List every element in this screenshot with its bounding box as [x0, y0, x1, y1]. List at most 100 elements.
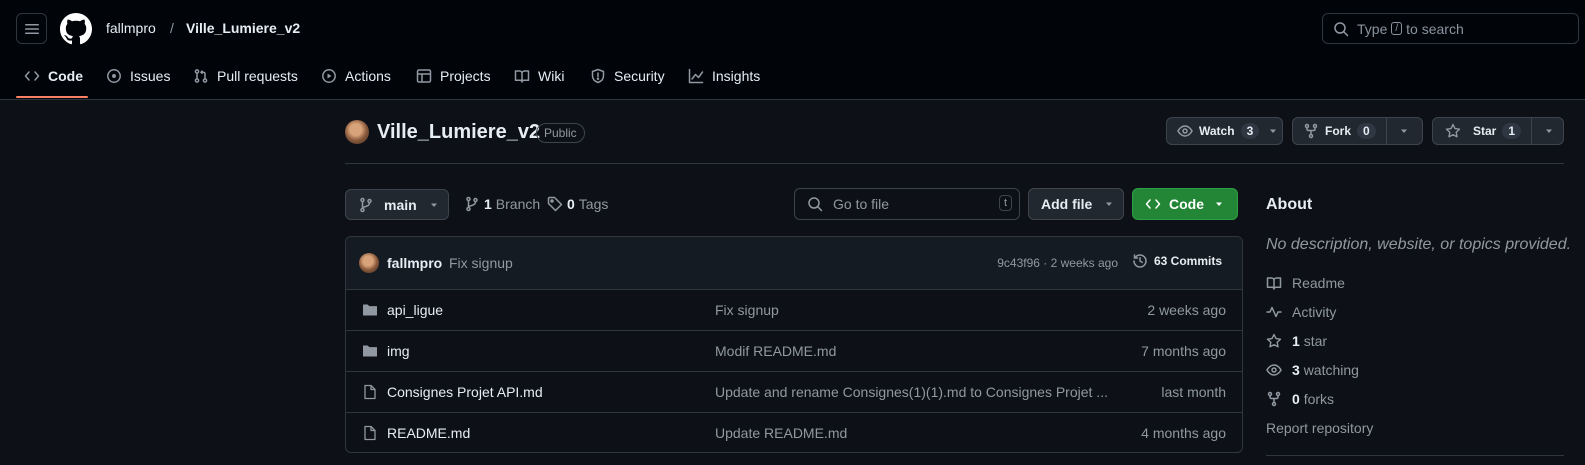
forks-count: 0: [1292, 391, 1300, 407]
search-icon: [808, 197, 823, 212]
repo-title[interactable]: Ville_Lumiere_v2: [377, 121, 540, 144]
branch-selector[interactable]: main: [345, 189, 449, 220]
star-icon: [1445, 123, 1461, 138]
tab-security[interactable]: Security: [590, 62, 665, 90]
commit-message[interactable]: Fix signup: [449, 255, 513, 271]
activity-label: Activity: [1292, 304, 1337, 320]
hamburger-icon: [24, 23, 39, 34]
file-table: fallmpro Fix signup 9c43f96 · 2 weeks ag…: [345, 236, 1243, 453]
github-logo-icon[interactable]: [60, 13, 92, 45]
breadcrumb-owner[interactable]: fallmpro: [106, 20, 156, 36]
branch-icon: [360, 197, 372, 212]
active-tab-indicator: [16, 96, 88, 98]
tab-wiki-label: Wiki: [538, 68, 565, 84]
readme-link[interactable]: Readme: [1266, 275, 1345, 291]
chevron-down-icon: [1400, 129, 1407, 133]
about-divider: [1266, 455, 1564, 456]
tab-issues[interactable]: Issues: [106, 62, 170, 90]
breadcrumb-repo[interactable]: Ville_Lumiere_v2: [186, 20, 300, 36]
file-name[interactable]: api_ligue: [387, 302, 443, 318]
watchers-link[interactable]: 3 watching: [1266, 362, 1359, 378]
play-icon: [322, 69, 336, 83]
file-row[interactable]: img Modif README.md 7 months ago: [346, 331, 1242, 372]
folder-icon: [363, 304, 377, 316]
file-name[interactable]: Consignes Projet API.md: [387, 384, 543, 400]
branches-link[interactable]: 1 Branch: [464, 196, 540, 212]
search-suffix: to search: [1406, 20, 1464, 37]
file-name[interactable]: README.md: [387, 425, 470, 441]
report-repository-link[interactable]: Report repository: [1266, 420, 1373, 436]
search-input[interactable]: Type / to search: [1322, 13, 1579, 44]
stars-count: 1: [1292, 333, 1300, 349]
visibility-badge: Public: [536, 123, 585, 143]
file-time: 7 months ago: [1141, 343, 1226, 359]
about-description: No description, website, or topics provi…: [1266, 236, 1572, 253]
chevron-down-icon: [1216, 202, 1222, 206]
forks-link[interactable]: 0 forks: [1266, 391, 1334, 407]
star-divider: [1531, 118, 1533, 144]
watch-count: 3: [1240, 123, 1260, 139]
file-commit-message[interactable]: Modif README.md: [715, 343, 836, 359]
tab-pull-requests[interactable]: Pull requests: [193, 62, 298, 90]
branches-label: Branch: [495, 196, 541, 212]
commits-count: 63 Commits: [1153, 254, 1222, 268]
history-icon: [1133, 254, 1147, 268]
tab-wiki[interactable]: Wiki: [514, 62, 564, 90]
stars-link[interactable]: 1 star: [1266, 333, 1327, 349]
global-header: fallmpro / Ville_Lumiere_v2 Type / to se…: [0, 0, 1585, 100]
code-button[interactable]: Code: [1132, 188, 1238, 220]
tab-actions[interactable]: Actions: [321, 62, 391, 90]
file-commit-message[interactable]: Update and rename Consignes(1)(1).md to …: [715, 384, 1108, 400]
commit-author-avatar[interactable]: [359, 253, 379, 273]
search-shortcut-key: /: [1391, 22, 1403, 35]
book-icon: [1266, 277, 1282, 290]
go-to-file-input[interactable]: Go to file t: [794, 188, 1020, 220]
file-icon: [364, 425, 376, 441]
forks-label: forks: [1303, 391, 1335, 407]
file-icon: [364, 384, 376, 400]
tags-label: Tags: [578, 196, 609, 212]
tag-icon: [547, 196, 563, 212]
file-commit-message[interactable]: Update README.md: [715, 425, 847, 441]
pull-request-icon: [194, 69, 208, 83]
tags-link[interactable]: 0 Tags: [547, 196, 608, 212]
file-time: last month: [1161, 384, 1226, 400]
file-name[interactable]: img: [387, 343, 410, 359]
add-file-button[interactable]: Add file: [1028, 188, 1124, 220]
watching-label: watching: [1303, 362, 1359, 378]
file-row[interactable]: README.md Update README.md 4 months ago: [346, 413, 1242, 452]
star-button[interactable]: Star 1: [1432, 117, 1564, 145]
commit-author[interactable]: fallmpro: [387, 255, 442, 271]
code-icon: [24, 71, 40, 81]
commits-link[interactable]: 63 Commits: [1132, 253, 1222, 269]
book-icon: [514, 70, 530, 83]
tab-projects[interactable]: Projects: [416, 62, 491, 90]
search-prefix: Type: [1357, 20, 1388, 37]
tab-projects-label: Projects: [440, 68, 491, 84]
pulse-icon: [1266, 306, 1282, 318]
file-row[interactable]: api_ligue Fix signup 2 weeks ago: [346, 290, 1242, 331]
menu-button[interactable]: [16, 13, 47, 44]
watching-count: 3: [1292, 362, 1300, 378]
go-to-file-shortcut: t: [998, 195, 1012, 211]
branch-icon: [466, 196, 478, 212]
watch-label: Watch: [1199, 124, 1235, 138]
table-icon: [416, 69, 432, 83]
fork-icon: [1304, 123, 1318, 139]
title-divider: [345, 163, 1564, 164]
file-time: 4 months ago: [1141, 425, 1226, 441]
file-row[interactable]: Consignes Projet API.md Update and renam…: [346, 372, 1242, 413]
fork-button[interactable]: Fork 0: [1292, 117, 1423, 145]
graph-icon: [688, 68, 704, 84]
watch-button[interactable]: Watch 3: [1166, 117, 1283, 145]
file-commit-message[interactable]: Fix signup: [715, 302, 779, 318]
folder-icon: [363, 345, 377, 357]
tab-code[interactable]: Code: [24, 62, 83, 90]
tab-insights[interactable]: Insights: [688, 62, 760, 90]
tab-pull-requests-label: Pull requests: [217, 68, 298, 84]
activity-link[interactable]: Activity: [1266, 304, 1336, 320]
fork-count: 0: [1357, 123, 1376, 139]
commit-meta[interactable]: 9c43f96 · 2 weeks ago: [997, 256, 1118, 270]
tab-security-label: Security: [614, 68, 665, 84]
owner-avatar[interactable]: [345, 120, 369, 144]
